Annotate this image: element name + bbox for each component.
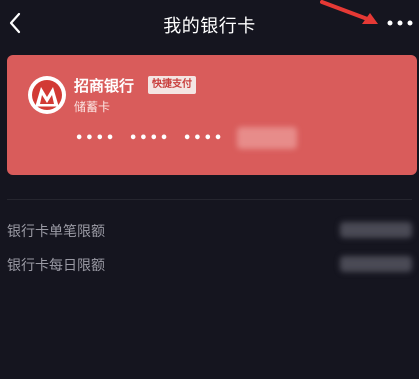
cmb-bank-logo-icon xyxy=(28,76,66,114)
more-horizontal-icon xyxy=(387,20,413,26)
more-button[interactable] xyxy=(384,11,416,35)
card-last-digits-redacted xyxy=(237,127,297,149)
section-divider xyxy=(7,199,412,200)
daily-limit-value-redacted xyxy=(340,256,412,272)
masked-digits-group: •••• xyxy=(129,131,171,146)
masked-digits-group: •••• xyxy=(75,131,117,146)
daily-limit-label: 银行卡每日限额 xyxy=(7,258,105,274)
bank-name: 招商银行 xyxy=(74,77,135,95)
quick-pay-badge: 快捷支付 xyxy=(148,76,196,94)
masked-digits-group: •••• xyxy=(183,131,225,146)
card-type: 储蓄卡 xyxy=(74,100,111,114)
single-limit-value-redacted xyxy=(340,222,412,238)
single-limit-label: 银行卡单笔限额 xyxy=(7,224,105,240)
annotation-arrow-icon xyxy=(320,0,378,24)
bank-card[interactable]: 招商银行 快捷支付 储蓄卡 •••• •••• •••• xyxy=(7,55,417,175)
